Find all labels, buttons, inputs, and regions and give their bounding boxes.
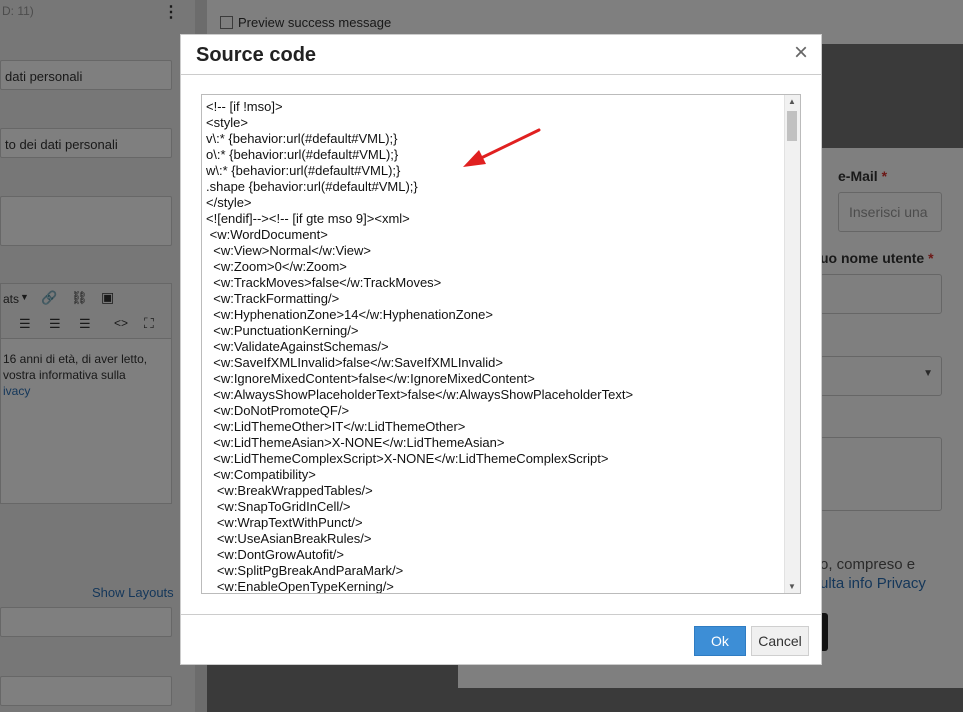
code-line: </style> — [206, 195, 252, 210]
cancel-button[interactable]: Cancel — [751, 626, 809, 656]
dialog-title: Source code — [196, 44, 317, 66]
code-line: <w:TrackMoves>false</w:TrackMoves> — [206, 275, 442, 290]
close-icon[interactable]: × — [794, 41, 808, 65]
ok-button[interactable]: Ok — [694, 626, 746, 656]
code-line: <![endif]--><!-- [if gte mso 9]><xml> — [206, 211, 410, 226]
code-line: <w:AlwaysShowPlaceholderText>false</w:Al… — [206, 387, 634, 402]
code-line: .shape {behavior:url(#default#VML);} — [206, 179, 418, 194]
code-line: <w:SaveIfXMLInvalid>false</w:SaveIfXMLIn… — [206, 355, 503, 370]
code-line: <w:View>Normal</w:View> — [206, 243, 371, 258]
scroll-down-icon[interactable]: ▼ — [788, 582, 796, 591]
code-line: <!-- [if !mso]> — [206, 99, 283, 114]
code-line: <w:DoNotPromoteQF/> — [206, 403, 350, 418]
code-line: <w:EnableOpenTypeKerning/> — [206, 579, 394, 594]
code-line: <w:LidThemeOther>IT</w:LidThemeOther> — [206, 419, 466, 434]
code-line: <w:LidThemeAsian>X-NONE</w:LidThemeAsian… — [206, 435, 505, 450]
red-arrow-icon — [463, 128, 541, 167]
code-line: <w:DontGrowAutofit/> — [206, 547, 345, 562]
code-line: <w:SnapToGridInCell/> — [206, 499, 351, 514]
dialog-footer: Ok Cancel — [181, 614, 821, 665]
code-scrollbar[interactable]: ▲ ▼ — [784, 95, 800, 593]
code-line: <w:HyphenationZone>14</w:HyphenationZone… — [206, 307, 493, 322]
code-line: <w:IgnoreMixedContent>false</w:IgnoreMix… — [206, 371, 535, 386]
dialog-header: Source code × — [181, 35, 821, 75]
code-line: <w:ValidateAgainstSchemas/> — [206, 339, 389, 354]
code-line: <w:LidThemeComplexScript>X-NONE</w:LidTh… — [206, 451, 609, 466]
scroll-thumb[interactable] — [787, 111, 797, 141]
code-line: <w:Zoom>0</w:Zoom> — [206, 259, 347, 274]
code-line: <w:UseAsianBreakRules/> — [206, 531, 372, 546]
code-line: <w:Compatibility> — [206, 467, 316, 482]
code-line: <w:PunctuationKerning/> — [206, 323, 359, 338]
scroll-up-icon[interactable]: ▲ — [788, 97, 796, 106]
code-line: <w:BreakWrappedTables/> — [206, 483, 373, 498]
code-line: <w:WordDocument> — [206, 227, 328, 242]
code-line: <w:WrapTextWithPunct/> — [206, 515, 363, 530]
code-line: <w:TrackFormatting/> — [206, 291, 340, 306]
code-line: <w:SplitPgBreakAndParaMark/> — [206, 563, 404, 578]
